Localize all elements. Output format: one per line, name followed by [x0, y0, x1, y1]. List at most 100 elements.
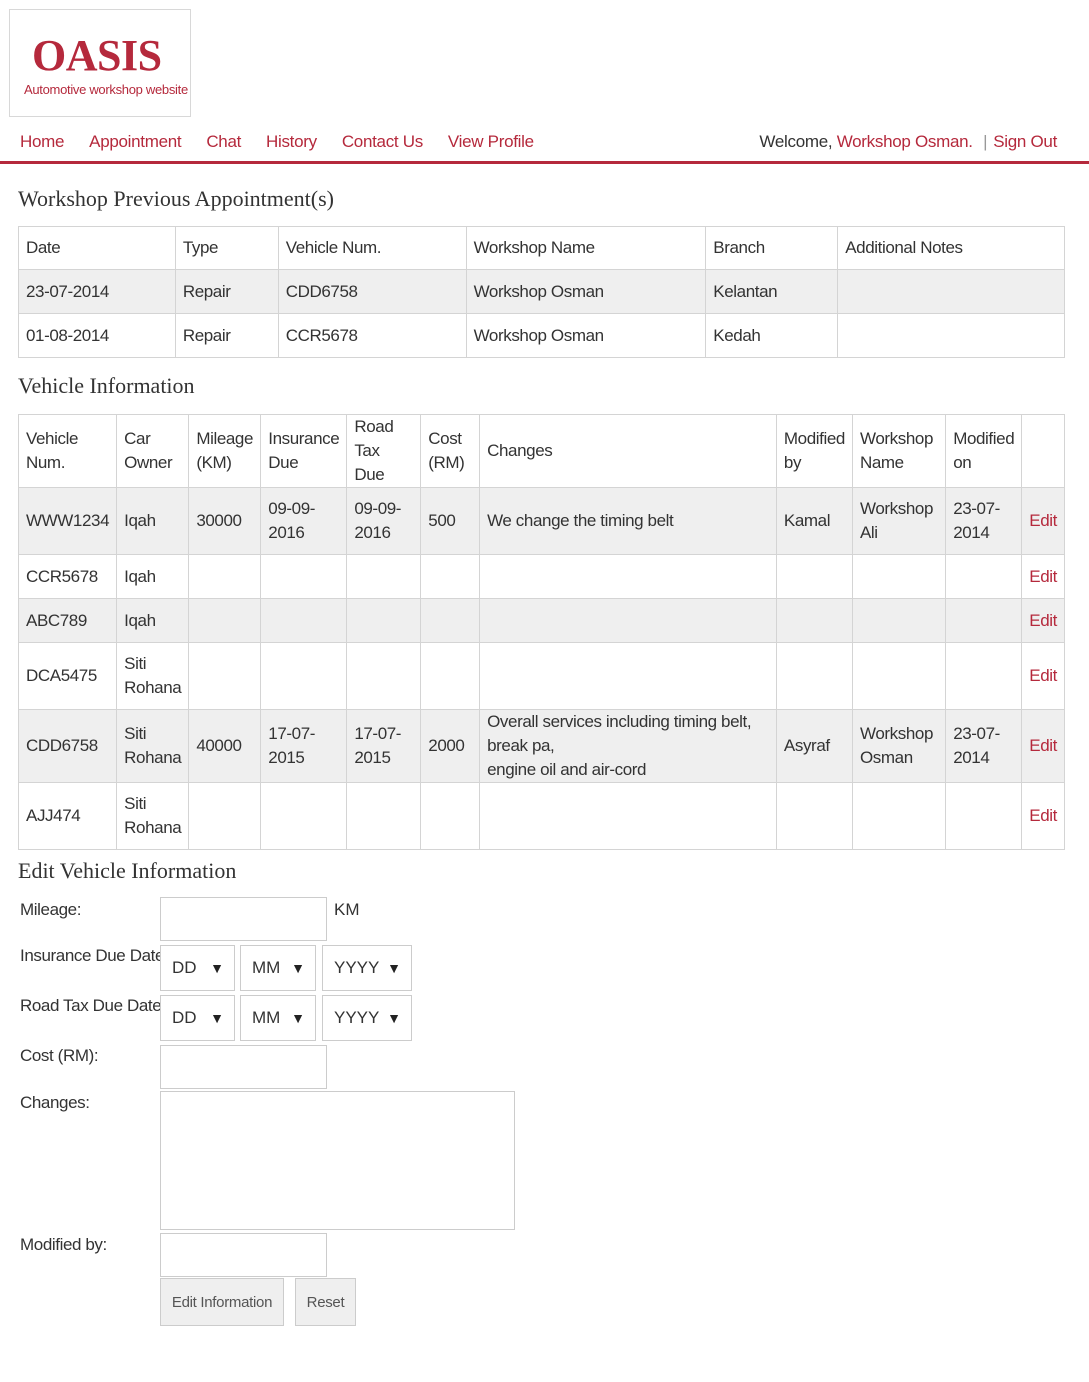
user-name[interactable]: Workshop Osman.: [837, 132, 973, 151]
dropdown-arrow-icon: ▼: [387, 1010, 401, 1026]
modified-by-label: Modified by:: [20, 1235, 107, 1254]
cell-line: 17-07-: [354, 724, 402, 743]
table-cell: Workshop Ali: [851, 487, 947, 555]
table-cell: CDD6758: [17, 709, 118, 783]
table-cell: 01-08-2014: [18, 313, 176, 358]
cell-line: Iqah: [124, 566, 156, 586]
main-nav: Home Appointment Chat History Contact Us…: [0, 122, 1089, 164]
table-row: 23-07-2014 Repair CDD6758 Workshop Osman Kel…: [18, 269, 1065, 314]
column-header: Insurance Due: [260, 414, 348, 488]
mileage-unit: KM: [334, 900, 360, 919]
logo-subtitle: Automotive workshop website: [24, 82, 188, 97]
user-area: Welcome, Workshop Osman. | Sign Out: [759, 132, 1057, 152]
insurance-year-value: YYYY: [334, 958, 380, 977]
cost-input[interactable]: [160, 1045, 327, 1089]
vehicles-table: Vehicle Num. Car Owner Mileage (KM) Insurance D…: [17, 414, 1065, 850]
table-cell: [346, 782, 422, 850]
table-cell: [188, 782, 262, 850]
table-cell: [775, 782, 853, 850]
table-cell: [260, 642, 348, 710]
table-row: CCR5678 Iqah Edit: [17, 554, 1065, 599]
edit-link[interactable]: Edit: [1029, 611, 1057, 630]
column-header-line: Modified: [953, 429, 1015, 448]
insurance-day-value: DD: [172, 958, 197, 977]
nav-view-profile[interactable]: View Profile: [448, 132, 534, 152]
table-cell: [420, 782, 481, 850]
column-header: Vehicle Num.: [17, 414, 118, 488]
modified-by-input[interactable]: [160, 1233, 327, 1277]
road-tax-year-select[interactable]: YYYY ▼: [322, 995, 412, 1041]
insurance-year-select[interactable]: YYYY ▼: [322, 945, 412, 991]
table-cell: 500: [420, 487, 481, 555]
edit-link[interactable]: Edit: [1029, 666, 1057, 685]
column-header-line: Num.: [26, 453, 66, 472]
table-cell: 40000: [188, 709, 262, 783]
nav-home[interactable]: Home: [20, 132, 64, 152]
table-cell: Repair: [174, 269, 279, 314]
cell-line: ABC789: [26, 610, 87, 630]
table-cell: [479, 782, 777, 850]
reset-button[interactable]: Reset: [295, 1278, 356, 1326]
table-cell: [260, 598, 348, 643]
changes-textarea[interactable]: [160, 1091, 515, 1230]
column-header: [1021, 414, 1065, 488]
logo[interactable]: OASIS Automotive workshop website: [9, 9, 191, 117]
table-cell: [837, 313, 1065, 358]
edit-cell: Edit: [1021, 642, 1065, 710]
table-cell: DCA5475: [17, 642, 118, 710]
insurance-month-value: MM: [252, 958, 281, 977]
road-tax-day-select[interactable]: DD ▼: [160, 995, 235, 1041]
table-cell: 09-09- 2016: [346, 487, 422, 555]
cell-line: Osman: [859, 748, 913, 767]
dropdown-arrow-icon: ▼: [291, 1010, 305, 1026]
column-header: Road Tax Due: [346, 414, 422, 488]
column-header-line: Name: [859, 453, 904, 472]
mileage-input[interactable]: [160, 897, 327, 941]
edit-cell: Edit: [1021, 487, 1065, 555]
table-cell: ABC789: [17, 598, 118, 643]
column-header: Mileage (KM): [188, 414, 262, 488]
cell-line: 23-07-: [953, 499, 1000, 518]
column-header: Workshop Name: [851, 414, 947, 488]
column-header-line: Road Tax: [354, 417, 394, 460]
cell-line: Rohana: [124, 678, 182, 697]
insurance-month-select[interactable]: MM ▼: [240, 945, 316, 991]
vehicles-header-row: Vehicle Num. Car Owner Mileage (KM) Insurance D…: [17, 414, 1065, 488]
table-cell: Kamal: [775, 487, 853, 555]
cell-line: 23-07-: [953, 724, 1000, 743]
edit-link[interactable]: Edit: [1029, 511, 1057, 530]
table-cell: [775, 642, 853, 710]
column-header-line: (KM): [196, 453, 232, 472]
nav-contact-us[interactable]: Contact Us: [342, 132, 423, 152]
table-cell: WWW1234: [17, 487, 118, 555]
table-cell: Workshop Osman: [851, 709, 947, 783]
cell-line: 17-07-: [268, 724, 316, 743]
nav-chat[interactable]: Chat: [206, 132, 241, 152]
nav-appointment[interactable]: Appointment: [89, 132, 181, 152]
sign-out-link[interactable]: Sign Out: [993, 132, 1057, 151]
cell-line: Asyraf: [783, 736, 830, 755]
table-row: CDD6758 Siti Rohana 40000 17-07- 2015 17-07- 20…: [17, 709, 1065, 783]
cost-label: Cost (RM):: [20, 1046, 99, 1065]
edit-link[interactable]: Edit: [1029, 567, 1057, 586]
cell-line: 2015: [268, 748, 305, 767]
table-cell: [260, 782, 348, 850]
cell-line: Siti: [124, 724, 147, 743]
edit-link[interactable]: Edit: [1029, 806, 1057, 825]
table-cell: [945, 554, 1023, 599]
cell-line: Workshop: [859, 724, 934, 743]
edit-information-button[interactable]: Edit Information: [160, 1278, 284, 1326]
road-tax-month-select[interactable]: MM ▼: [240, 995, 316, 1041]
column-header-line: Changes: [487, 441, 553, 460]
nav-history[interactable]: History: [266, 132, 317, 152]
table-cell: 17-07- 2015: [346, 709, 422, 783]
column-header: Workshop Name: [465, 226, 707, 270]
table-cell: Siti Rohana: [116, 642, 190, 710]
table-cell: Iqah: [116, 487, 190, 555]
insurance-day-select[interactable]: DD ▼: [160, 945, 235, 991]
edit-link[interactable]: Edit: [1029, 736, 1057, 755]
appointments-table: Date Type Vehicle Num. Workshop Name Branch A…: [18, 226, 1065, 358]
table-cell: [945, 782, 1023, 850]
column-header-line: Due: [268, 453, 299, 472]
cell-line: Rohana: [124, 818, 182, 837]
